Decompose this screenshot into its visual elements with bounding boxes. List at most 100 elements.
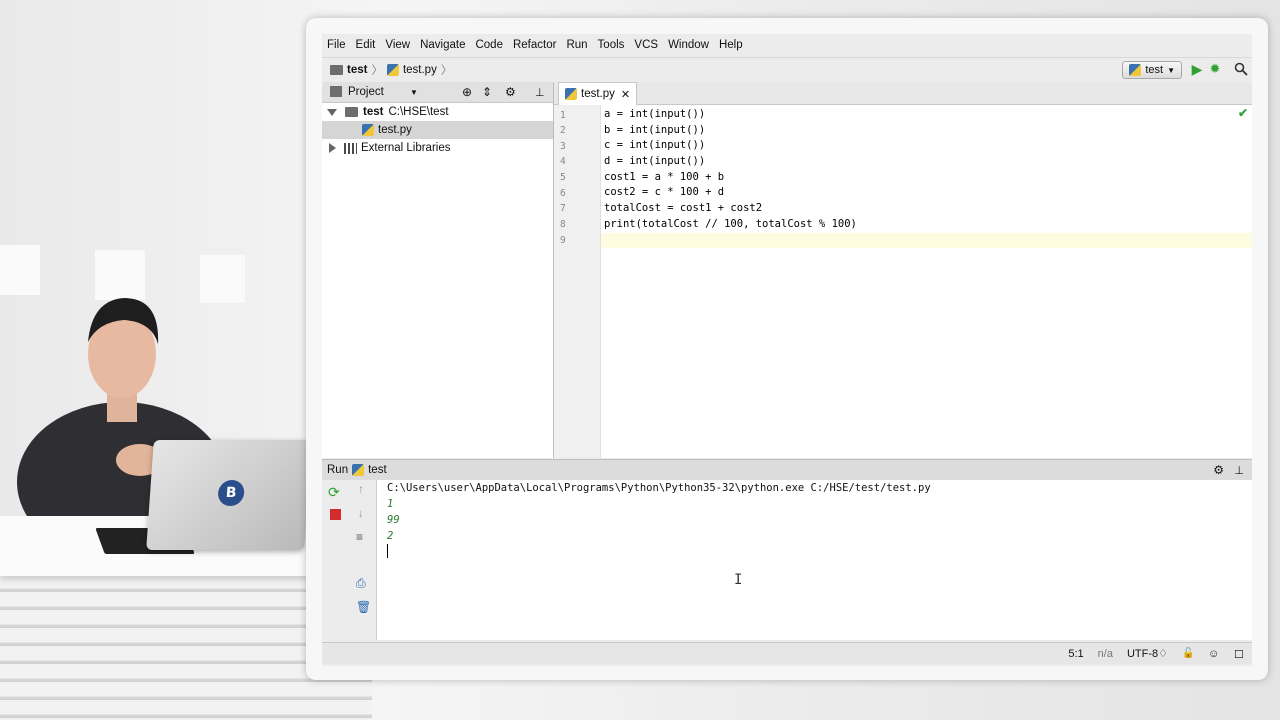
console-output-line: 99 bbox=[387, 514, 400, 526]
hide-panel-icon[interactable]: ⊥ bbox=[535, 86, 545, 99]
code-line: totalCost = cost1 + cost2 bbox=[604, 202, 763, 214]
editor-tab-bar: test.py ✕ bbox=[554, 82, 1252, 105]
project-view-selector[interactable]: Project bbox=[348, 86, 384, 98]
tree-item-external-libraries[interactable]: External Libraries bbox=[322, 139, 553, 157]
line-number-gutter: 1 2 3 4 5 6 7 8 9 bbox=[554, 105, 601, 458]
project-panel-header: Project ▼ ⊕ ⇕ ⚙ ⊥ bbox=[322, 82, 553, 103]
line-number: 4 bbox=[560, 156, 566, 167]
tree-project-path: C:\HSE\test bbox=[388, 106, 449, 118]
print-icon[interactable]: ⎙ bbox=[356, 576, 366, 591]
menu-vcs[interactable]: VCS bbox=[629, 39, 663, 51]
inspector-icon[interactable]: ☺ bbox=[1208, 648, 1220, 660]
run-panel-config[interactable]: test bbox=[368, 464, 387, 476]
laptop: B bbox=[146, 440, 312, 550]
line-number: 7 bbox=[560, 203, 566, 214]
trash-icon[interactable]: 🗑 bbox=[356, 600, 371, 614]
line-separator[interactable]: n/a bbox=[1098, 648, 1113, 660]
breadcrumb-file[interactable]: test.py bbox=[403, 64, 437, 76]
university-logo-icon: B bbox=[217, 480, 246, 506]
line-number: 9 bbox=[560, 235, 566, 246]
mouse-cursor-icon: I bbox=[734, 572, 743, 588]
collapse-all-icon[interactable]: ⇕ bbox=[482, 85, 492, 99]
folder-icon bbox=[330, 65, 343, 75]
run-icon[interactable]: ▶ bbox=[1188, 60, 1206, 78]
project-view-icon bbox=[330, 86, 342, 97]
run-config-label: test bbox=[1145, 64, 1164, 76]
python-file-icon bbox=[1129, 64, 1142, 76]
tree-item-file[interactable]: test.py bbox=[322, 121, 553, 139]
hide-panel-icon[interactable]: ⊥ bbox=[1234, 464, 1244, 477]
breadcrumb-separator-icon: 〉 bbox=[440, 65, 453, 77]
code-line: cost1 = a * 100 + b bbox=[604, 171, 725, 183]
debug-icon[interactable]: ✹ bbox=[1206, 60, 1224, 78]
code-line: d = int(input()) bbox=[604, 155, 706, 167]
tree-item-project[interactable]: test C:\HSE\test bbox=[322, 103, 553, 121]
lock-icon[interactable]: 🔓 bbox=[1182, 648, 1194, 660]
navigation-bar: test 〉 test.py 〉 test ▼ ▶ ✹ bbox=[322, 57, 1252, 83]
menu-bar: File Edit View Navigate Code Refactor Ru… bbox=[322, 34, 1252, 56]
python-file-icon bbox=[386, 64, 399, 76]
menu-refactor[interactable]: Refactor bbox=[508, 39, 561, 51]
editor-tab[interactable]: test.py ✕ bbox=[558, 82, 638, 105]
tree-file-name: test.py bbox=[378, 124, 412, 136]
run-console[interactable]: C:\Users\user\AppData\Local\Programs\Pyt… bbox=[377, 480, 1252, 640]
tree-project-name: test bbox=[363, 106, 384, 118]
code-line: cost2 = c * 100 + d bbox=[604, 186, 725, 198]
menu-tools[interactable]: Tools bbox=[593, 39, 630, 51]
locate-icon[interactable]: ⊕ bbox=[462, 85, 472, 99]
menu-edit[interactable]: Edit bbox=[351, 39, 381, 51]
run-panel-header: Run test ⚙ ⊥ bbox=[322, 459, 1252, 480]
console-output-line: 2 bbox=[387, 530, 394, 542]
menu-window[interactable]: Window bbox=[663, 39, 714, 51]
expand-arrow-icon[interactable] bbox=[329, 143, 336, 153]
search-icon[interactable] bbox=[1232, 60, 1250, 78]
tree-libraries-label: External Libraries bbox=[361, 142, 451, 154]
run-config-dropdown[interactable]: test ▼ bbox=[1122, 61, 1182, 79]
menu-file[interactable]: File bbox=[322, 39, 351, 51]
text-caret bbox=[387, 544, 388, 558]
code-line: b = int(input()) bbox=[604, 124, 706, 136]
menu-code[interactable]: Code bbox=[470, 39, 508, 51]
editor-tab-label: test.py bbox=[581, 88, 615, 100]
menu-navigate[interactable]: Navigate bbox=[415, 39, 470, 51]
run-toolbar-right: ↑ ↓ ≡ ⎙ 🗑 bbox=[350, 480, 377, 640]
menu-help[interactable]: Help bbox=[714, 39, 748, 51]
gear-icon[interactable]: ⚙ bbox=[1213, 463, 1224, 477]
python-file-icon bbox=[352, 464, 365, 476]
console-output-line: 1 bbox=[387, 498, 394, 510]
line-number: 6 bbox=[560, 188, 566, 199]
close-icon[interactable]: ✕ bbox=[621, 88, 630, 101]
code-editor[interactable]: test.py ✕ ✔ 1 2 3 4 5 6 7 8 9 a = int(in… bbox=[554, 82, 1252, 458]
folder-icon bbox=[345, 107, 358, 117]
gear-icon[interactable]: ⚙ bbox=[505, 85, 516, 99]
stop-icon[interactable] bbox=[330, 509, 341, 520]
breadcrumb-project[interactable]: test bbox=[347, 64, 367, 76]
file-encoding[interactable]: UTF-8♢ bbox=[1127, 647, 1168, 660]
run-panel-title: Run bbox=[327, 464, 349, 476]
code-line: c = int(input()) bbox=[604, 139, 706, 151]
chevron-down-icon[interactable]: ▼ bbox=[410, 88, 418, 97]
python-file-icon bbox=[565, 88, 577, 100]
breadcrumb: test 〉 test.py 〉 bbox=[330, 62, 456, 78]
breadcrumb-separator-icon: 〉 bbox=[371, 65, 383, 77]
menu-run[interactable]: Run bbox=[561, 39, 592, 51]
line-number: 8 bbox=[560, 219, 566, 230]
caret-position[interactable]: 5:1 bbox=[1068, 648, 1083, 660]
down-arrow-icon[interactable]: ↓ bbox=[358, 508, 364, 520]
up-arrow-icon[interactable]: ↑ bbox=[358, 484, 364, 496]
status-bar: 5:1 n/a UTF-8♢ 🔓 ☺ ☐ bbox=[322, 642, 1252, 664]
chevron-down-icon: ▼ bbox=[1167, 65, 1175, 75]
line-number: 3 bbox=[560, 141, 566, 152]
expand-arrow-icon[interactable] bbox=[327, 108, 337, 116]
event-log-icon[interactable]: ☐ bbox=[1234, 648, 1246, 661]
soft-wrap-icon[interactable]: ≡ bbox=[356, 530, 363, 544]
project-panel: Project ▼ ⊕ ⇕ ⚙ ⊥ test C:\HSE\test test.… bbox=[322, 82, 554, 458]
inspection-ok-icon: ✔ bbox=[1237, 106, 1248, 120]
rerun-icon[interactable]: ⟳ bbox=[328, 484, 340, 501]
run-toolbar-left: ⟳ bbox=[322, 480, 350, 640]
ide-window: File Edit View Navigate Code Refactor Ru… bbox=[322, 34, 1252, 666]
line-number: 5 bbox=[560, 172, 566, 183]
menu-view[interactable]: View bbox=[380, 39, 415, 51]
console-command: C:\Users\user\AppData\Local\Programs\Pyt… bbox=[387, 482, 931, 494]
code-line: print(totalCost // 100, totalCost % 100) bbox=[604, 218, 857, 230]
